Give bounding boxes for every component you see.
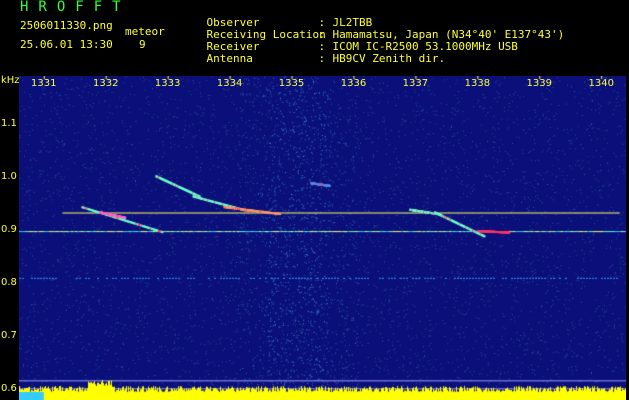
hrofft-window: HROFFT 2506011330.png 25.06.01 13:30 met…: [0, 0, 629, 400]
meteor-label: meteor: [125, 25, 165, 38]
file-name: 2506011330.png: [20, 19, 113, 32]
x-tick-label: 1333: [154, 78, 181, 89]
y-axis: kHz 1.1 1.0 0.9 0.8 0.7 0.6: [0, 75, 20, 400]
meteor-count: 9: [139, 38, 146, 51]
spectrogram[interactable]: [19, 76, 626, 400]
meta-antenna: Antenna: HB9CV Zenith dir.: [180, 41, 446, 77]
meta-colon: :: [318, 52, 326, 65]
x-tick-label: 1336: [340, 78, 367, 89]
x-tick-label: 1340: [588, 78, 614, 89]
y-tick-label: 1.1: [1, 117, 17, 129]
y-tick-label: 0.7: [1, 330, 17, 342]
y-tick-label: 1.0: [1, 170, 17, 182]
meta-key: Antenna: [206, 52, 253, 65]
x-tick-label: 1339: [526, 78, 553, 89]
x-axis-ticks: 1331 1332 1333 1334 1335 1336 1337 1338 1339 1340: [19, 78, 626, 92]
x-tick-label: 1332: [92, 78, 119, 89]
x-tick-label: 1337: [402, 78, 429, 89]
y-tick-label: 0.6: [1, 383, 17, 395]
y-tick-label: 0.8: [1, 277, 17, 289]
capture-datetime: 25.06.01 13:30: [20, 38, 113, 51]
y-tick-label: 0.9: [1, 224, 17, 236]
x-tick-label: 1335: [278, 78, 305, 89]
y-axis-unit: kHz: [1, 75, 20, 86]
x-tick-label: 1334: [216, 78, 243, 89]
meta-value: HB9CV Zenith dir.: [332, 52, 446, 65]
x-tick-label: 1338: [464, 78, 491, 89]
app-logo: HROFFT: [20, 0, 131, 15]
x-tick-label: 1331: [31, 78, 57, 89]
